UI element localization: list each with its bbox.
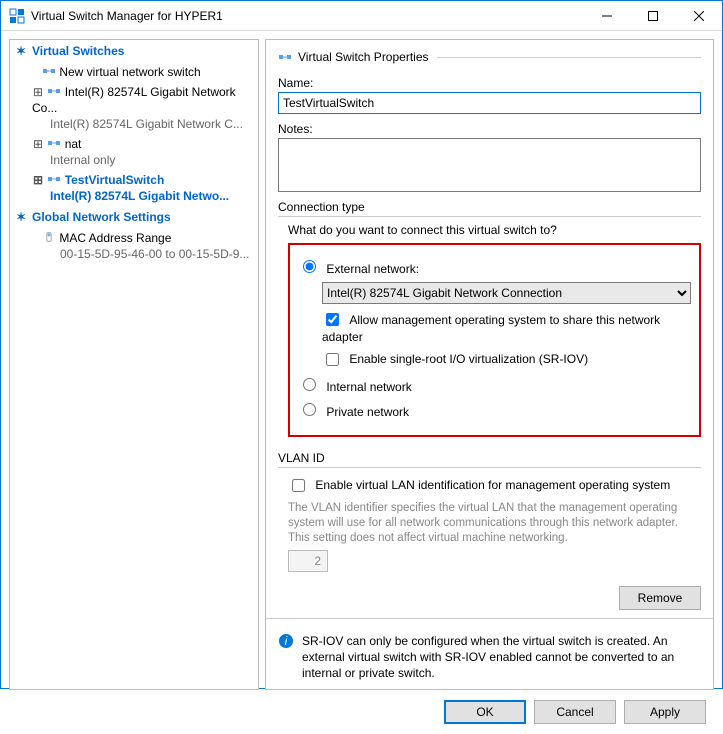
maximize-button[interactable] (630, 1, 676, 31)
vlan-id-input: 2 (288, 550, 328, 572)
svg-text:i: i (285, 634, 288, 648)
tree-group-global-settings[interactable]: ✶ Global Network Settings (10, 206, 258, 228)
tree-panel: ✶ Virtual Switches New virtual network s… (9, 39, 259, 690)
switch-icon (47, 138, 61, 148)
mac-icon (42, 232, 56, 242)
remove-button[interactable]: Remove (619, 586, 701, 610)
switch-icon (278, 52, 292, 62)
tree-item-mac-range[interactable]: MAC Address Range 00-15-5D-95-46-00 to 0… (10, 228, 258, 264)
allow-mgmt-checkbox[interactable]: Allow management operating system to sha… (322, 310, 691, 344)
external-network-option[interactable]: External network: (298, 257, 691, 276)
minimize-button[interactable] (584, 1, 630, 31)
sriov-checkbox[interactable]: Enable single-root I/O virtualization (S… (322, 350, 691, 369)
switch-icon (42, 66, 56, 76)
tree-item-nat[interactable]: ⊞ nat Internal only (10, 134, 258, 170)
connection-type-label: Connection type (278, 200, 701, 214)
collapse-icon: ✶ (16, 210, 32, 224)
expand-icon[interactable]: ⊞ (32, 136, 44, 152)
collapse-icon: ✶ (16, 44, 32, 58)
expand-icon[interactable]: ⊞ (32, 84, 44, 100)
apply-button[interactable]: Apply (624, 700, 706, 724)
vlan-label: VLAN ID (278, 451, 701, 465)
switch-icon (47, 174, 61, 184)
name-input[interactable] (278, 92, 701, 114)
connection-question: What do you want to connect this virtual… (288, 223, 701, 237)
properties-header: Virtual Switch Properties (278, 50, 701, 64)
internal-radio[interactable] (303, 378, 316, 391)
close-button[interactable] (676, 1, 722, 31)
info-text: SR-IOV can only be configured when the v… (302, 633, 701, 681)
info-icon: i (278, 633, 294, 649)
vlan-enable-checkbox[interactable]: Enable virtual LAN identification for ma… (288, 476, 701, 495)
tree-item-testvirtualswitch[interactable]: ⊞ TestVirtualSwitch Intel(R) 82574L Giga… (10, 170, 258, 206)
tree-item-new-switch[interactable]: New virtual network switch (10, 62, 258, 82)
properties-panel: Virtual Switch Properties Name: Notes: C… (265, 39, 714, 690)
dialog-footer: OK Cancel Apply (9, 690, 714, 734)
window-title: Virtual Switch Manager for HYPER1 (31, 9, 584, 23)
switch-icon (47, 86, 61, 96)
connection-highlight-box: External network: Intel(R) 82574L Gigabi… (288, 243, 701, 437)
external-radio[interactable] (303, 260, 316, 273)
internal-network-option[interactable]: Internal network (298, 375, 691, 394)
ok-button[interactable]: OK (444, 700, 526, 724)
private-network-option[interactable]: Private network (298, 400, 691, 419)
tree-group-virtual-switches[interactable]: ✶ Virtual Switches (10, 40, 258, 62)
notes-textarea[interactable] (278, 138, 701, 192)
expand-icon[interactable]: ⊞ (32, 172, 44, 188)
window: Virtual Switch Manager for HYPER1 ✶ Virt… (0, 0, 723, 689)
cancel-button[interactable]: Cancel (534, 700, 616, 724)
info-panel: i SR-IOV can only be configured when the… (278, 633, 701, 681)
vlan-help-text: The VLAN identifier specifies the virtua… (288, 501, 701, 546)
virtual-switch-manager-icon (9, 8, 25, 24)
name-label: Name: (278, 76, 701, 90)
titlebar: Virtual Switch Manager for HYPER1 (1, 1, 722, 31)
private-radio[interactable] (303, 403, 316, 416)
notes-label: Notes: (278, 122, 701, 136)
tree-item-intel-adapter[interactable]: ⊞ Intel(R) 82574L Gigabit Network Co... … (10, 82, 258, 134)
adapter-select[interactable]: Intel(R) 82574L Gigabit Network Connecti… (322, 282, 691, 304)
